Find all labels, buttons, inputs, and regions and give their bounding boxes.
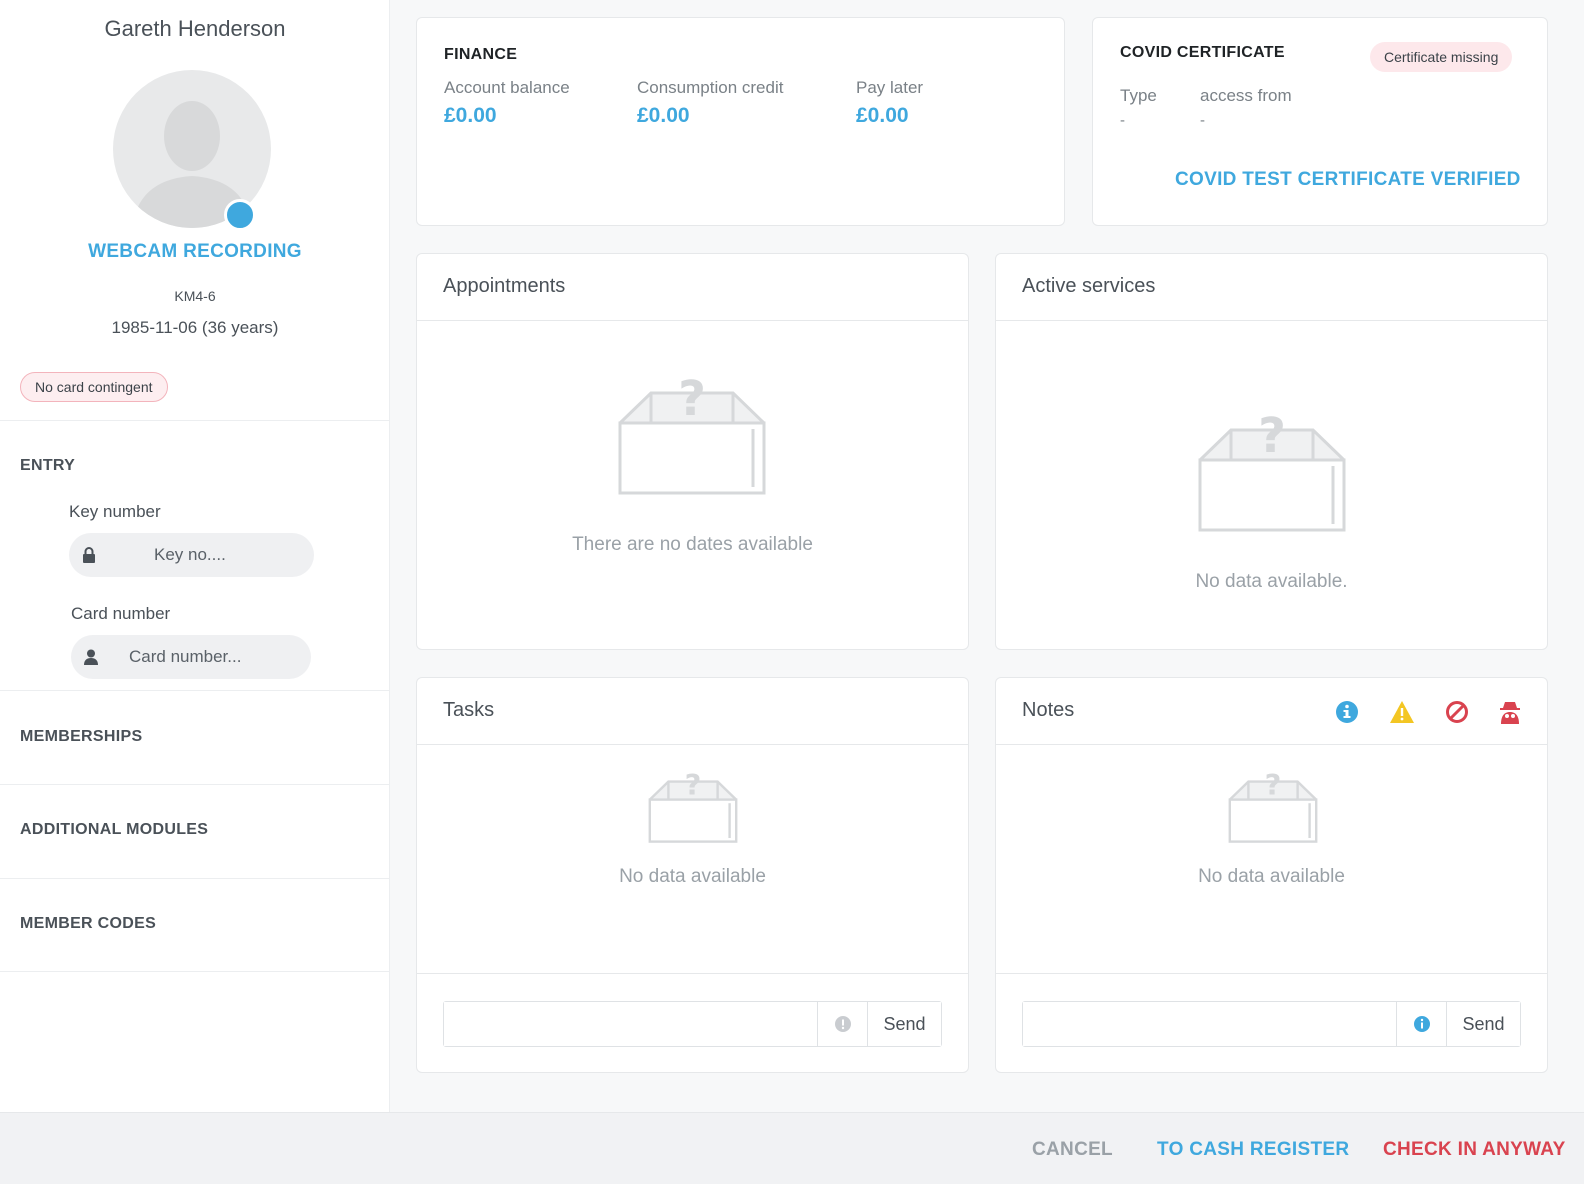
notes-header: Notes (996, 678, 1547, 745)
covid-access-label: access from (1200, 86, 1292, 105)
appointments-title: Appointments (443, 275, 566, 297)
active-services-header: Active services (996, 254, 1547, 321)
tasks-header: Tasks (417, 678, 968, 745)
info-icon[interactable] (817, 1002, 867, 1046)
finance-title: FINANCE (444, 46, 518, 63)
appointments-header: Appointments (417, 254, 968, 321)
svg-text:?: ? (1258, 408, 1286, 464)
card-number-field[interactable] (71, 635, 311, 679)
info-icon[interactable] (1396, 1002, 1446, 1046)
active-services-panel: Active services ? No data available. (995, 253, 1548, 650)
empty-box-icon: ? (618, 371, 766, 495)
note-input[interactable] (1023, 1002, 1396, 1046)
entry-section-title: ENTRY (20, 457, 76, 474)
check-in-anyway-button[interactable]: CHECK IN ANYWAY (1383, 1139, 1566, 1161)
covid-access-value: - (1200, 112, 1205, 129)
empty-box-icon: ? (648, 768, 738, 843)
task-send-button[interactable]: Send (867, 1002, 941, 1046)
note-input-row: Send (1022, 1001, 1521, 1047)
divider (0, 878, 390, 879)
member-name: Gareth Henderson (104, 16, 286, 41)
divider (0, 971, 390, 972)
certificate-missing-badge: Certificate missing (1370, 42, 1513, 72)
card-number-input[interactable] (111, 647, 291, 667)
covid-type-label: Type (1120, 86, 1157, 105)
note-type-icons (1335, 700, 1521, 724)
notes-panel: Notes ? No data available Send (995, 677, 1548, 1073)
lock-icon (69, 547, 109, 563)
appointments-panel: Appointments ? There are no dates availa… (416, 253, 969, 650)
consumption-credit-label: Consumption credit (637, 78, 784, 97)
webcam-recording-link[interactable]: WEBCAM RECORDING (0, 241, 390, 263)
covid-type-value: - (1120, 112, 1125, 129)
member-codes-section[interactable]: MEMBER CODES (20, 915, 156, 933)
notes-empty-text: No data available (1198, 866, 1345, 887)
card-contingent-badge: No card contingent (20, 372, 168, 402)
info-icon[interactable] (1335, 700, 1359, 724)
key-number-label: Key number (69, 502, 161, 521)
svg-text:?: ? (678, 371, 706, 427)
spy-icon[interactable] (1499, 700, 1521, 724)
cancel-button[interactable]: CANCEL (1032, 1139, 1113, 1161)
member-sidebar: Gareth Henderson WEBCAM RECORDING KM4-6 … (0, 0, 390, 1112)
additional-modules-section[interactable]: ADDITIONAL MODULES (20, 821, 208, 839)
memberships-section[interactable]: MEMBERSHIPS (20, 728, 142, 746)
covid-title: COVID CERTIFICATE (1120, 44, 1285, 61)
key-number-input[interactable] (109, 545, 309, 565)
action-bar: CANCEL TO CASH REGISTER CHECK IN ANYWAY (0, 1112, 1584, 1184)
tasks-footer: Send (417, 973, 968, 1073)
to-cash-register-button[interactable]: TO CASH REGISTER (1157, 1139, 1349, 1161)
pay-later-label: Pay later (856, 78, 924, 97)
active-services-title: Active services (1022, 275, 1156, 297)
divider (0, 690, 390, 691)
tasks-title: Tasks (443, 699, 495, 721)
task-input-row: Send (443, 1001, 942, 1047)
divider (0, 784, 390, 785)
birth-date: 1985-11-06 (36 years) (111, 318, 279, 337)
account-balance-label: Account balance (444, 78, 570, 97)
covid-verified-link[interactable]: COVID TEST CERTIFICATE VERIFIED (1175, 169, 1521, 191)
pay-later-value: £0.00 (856, 104, 909, 127)
task-input[interactable] (444, 1002, 817, 1046)
tasks-panel: Tasks ? No data available Send (416, 677, 969, 1073)
divider (0, 420, 390, 421)
block-icon[interactable] (1445, 700, 1469, 724)
card-number-label: Card number (71, 604, 171, 623)
note-send-button[interactable]: Send (1446, 1002, 1520, 1046)
svg-text:?: ? (1265, 768, 1282, 802)
notes-footer: Send (996, 973, 1547, 1073)
key-number-field[interactable] (69, 533, 314, 577)
consumption-credit-value: £0.00 (637, 104, 690, 127)
user-icon (71, 649, 111, 665)
empty-box-icon: ? (1198, 408, 1346, 532)
status-indicator (224, 199, 256, 231)
active-services-empty-text: No data available. (1195, 571, 1348, 592)
member-id: KM4-6 (174, 288, 216, 304)
finance-card: FINANCE Account balance £0.00 Consumptio… (416, 17, 1065, 226)
svg-text:?: ? (685, 768, 702, 802)
empty-box-icon: ? (1228, 768, 1318, 843)
covid-certificate-card: COVID CERTIFICATE Certificate missing Ty… (1092, 17, 1548, 226)
appointments-empty-text: There are no dates available (572, 534, 813, 555)
account-balance-value: £0.00 (444, 104, 497, 127)
warning-icon[interactable] (1389, 700, 1415, 724)
notes-title: Notes (1022, 699, 1075, 721)
tasks-empty-text: No data available (619, 866, 766, 887)
